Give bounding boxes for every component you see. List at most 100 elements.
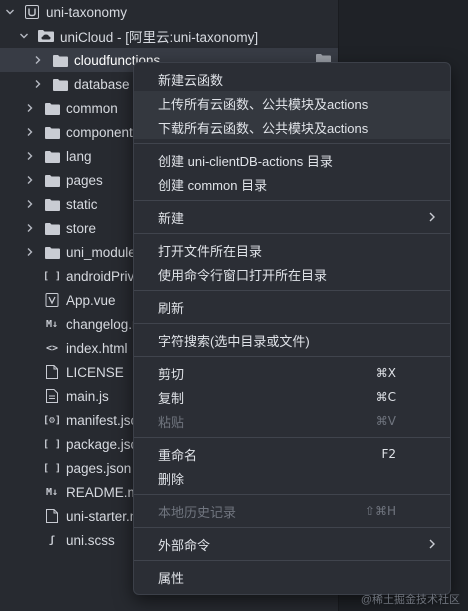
menu-item-shortcut: ⌘V xyxy=(375,414,396,428)
cloud-folder-icon xyxy=(38,28,54,44)
file-icon xyxy=(44,364,60,380)
folder-icon xyxy=(44,244,60,260)
menu-properties[interactable]: 属性 xyxy=(134,565,450,589)
chevron-right-icon[interactable] xyxy=(24,216,36,240)
menu-item-label: 打开文件所在目录 xyxy=(158,243,263,259)
watermark: @稀土掘金技术社区 xyxy=(360,594,460,606)
folder-icon xyxy=(44,172,60,188)
tree-item-unicloud-uni-taxonomy[interactable]: uniCloud - [阿里云:uni-taxonomy] xyxy=(0,24,338,48)
menu-item-label: 本地历史记录 xyxy=(158,504,237,520)
tree-item-label: uni-taxonomy xyxy=(46,4,128,20)
chevron-right-icon[interactable] xyxy=(24,168,36,192)
chevron-right-icon xyxy=(428,210,436,225)
menu-open-folder[interactable]: 打开文件所在目录 xyxy=(134,238,450,262)
folder-icon xyxy=(44,196,60,212)
menu-item-shortcut: ⌘X xyxy=(375,366,396,380)
menu-item-label: 下载所有云函数、公共模块及actions xyxy=(158,120,369,136)
menu-open-terminal[interactable]: 使用命令行窗口打开所在目录 xyxy=(134,262,450,286)
menu-separator xyxy=(134,233,450,234)
menu-delete[interactable]: 删除 xyxy=(134,466,450,490)
chevron-right-icon[interactable] xyxy=(24,240,36,264)
folder-icon xyxy=(44,220,60,236)
menu-new[interactable]: 新建 xyxy=(134,205,450,229)
menu-separator xyxy=(134,356,450,357)
context-menu: 新建云函数上传所有云函数、公共模块及actions 下载所有云函数、公共模块及ac… xyxy=(133,62,451,595)
folder-icon xyxy=(44,100,60,116)
menu-item-label: 字符搜索(选中目录或文件) xyxy=(158,333,310,349)
project-icon xyxy=(24,4,40,20)
chevron-right-icon[interactable] xyxy=(24,120,36,144)
chevron-right-icon xyxy=(428,537,436,552)
tree-item-label: main.js xyxy=(66,388,109,404)
tree-item-label: App.vue xyxy=(66,292,116,308)
js-icon xyxy=(44,388,60,404)
chevron-down-icon[interactable] xyxy=(4,0,16,24)
menu-refresh[interactable]: 刷新 xyxy=(134,295,450,319)
folder-icon xyxy=(52,76,68,92)
menu-rename[interactable]: 重命名 F2 xyxy=(134,442,450,466)
html-icon: <> xyxy=(45,342,59,354)
menu-search[interactable]: 字符搜索(选中目录或文件) xyxy=(134,328,450,352)
tree-item-label: store xyxy=(66,220,97,236)
tree-item-label: common xyxy=(66,100,118,116)
menu-cut[interactable]: 剪切 ⌘X xyxy=(134,361,450,385)
markdown-icon: M↓ xyxy=(45,486,59,498)
menu-item-label: 新建 xyxy=(158,210,185,226)
chevron-right-icon[interactable] xyxy=(24,96,36,120)
menu-create-clientdb-actions[interactable]: 创建 uni-clientDB-actions 目录 xyxy=(134,148,450,172)
chevron-right-icon[interactable] xyxy=(32,72,44,96)
tree-item-label: uni_modules xyxy=(66,244,143,260)
tree-item-uni-taxonomy[interactable]: uni-taxonomy xyxy=(0,0,338,24)
chevron-down-icon[interactable] xyxy=(18,24,30,48)
folder-icon xyxy=(44,148,60,164)
tree-item-label: static xyxy=(66,196,98,212)
tree-item-label: index.html xyxy=(66,340,128,356)
menu-item-shortcut: ⇧⌘H xyxy=(364,504,396,518)
menu-item-shortcut: F2 xyxy=(381,447,396,461)
menu-create-common[interactable]: 创建 common 目录 xyxy=(134,172,450,196)
menu-separator xyxy=(134,200,450,201)
menu-item-label: 外部命令 xyxy=(158,537,211,553)
menu-copy[interactable]: 复制 ⌘C xyxy=(134,385,450,409)
menu-separator xyxy=(134,527,450,528)
tree-item-label: uni.scss xyxy=(66,532,115,548)
menu-item-label: 上传所有云函数、公共模块及actions xyxy=(158,96,369,112)
tree-item-label: components xyxy=(66,124,140,140)
menu-item-label: 属性 xyxy=(158,570,185,586)
menu-item-label: 刷新 xyxy=(158,300,185,316)
manifest-icon: [⚙] xyxy=(42,414,62,426)
vue-icon xyxy=(44,292,60,308)
menu-item-label: 复制 xyxy=(158,390,185,406)
tree-item-label: database xyxy=(74,76,130,92)
menu-new-cloud-function[interactable]: 新建云函数 xyxy=(134,67,450,91)
menu-item-label: 重命名 xyxy=(158,447,198,463)
tree-item-label: lang xyxy=(66,148,92,164)
chevron-right-icon[interactable] xyxy=(24,144,36,168)
menu-download-all[interactable]: 下载所有云函数、公共模块及actions xyxy=(134,115,450,139)
menu-separator xyxy=(134,494,450,495)
menu-separator xyxy=(134,437,450,438)
chevron-right-icon[interactable] xyxy=(32,48,44,72)
menu-separator xyxy=(134,323,450,324)
menu-upload-all[interactable]: 上传所有云函数、公共模块及actions xyxy=(134,91,450,115)
folder-icon xyxy=(52,52,68,68)
menu-item-label: 使用命令行窗口打开所在目录 xyxy=(158,267,328,283)
menu-item-label: 删除 xyxy=(158,471,185,487)
tree-item-label: pages.json xyxy=(66,460,132,476)
json-icon: [ ] xyxy=(42,438,62,450)
chevron-right-icon[interactable] xyxy=(24,192,36,216)
json-icon: [ ] xyxy=(42,270,62,282)
menu-external-commands[interactable]: 外部命令 xyxy=(134,532,450,556)
menu-item-label: 新建云函数 xyxy=(158,72,224,88)
folder-icon xyxy=(44,124,60,140)
menu-separator xyxy=(134,560,450,561)
